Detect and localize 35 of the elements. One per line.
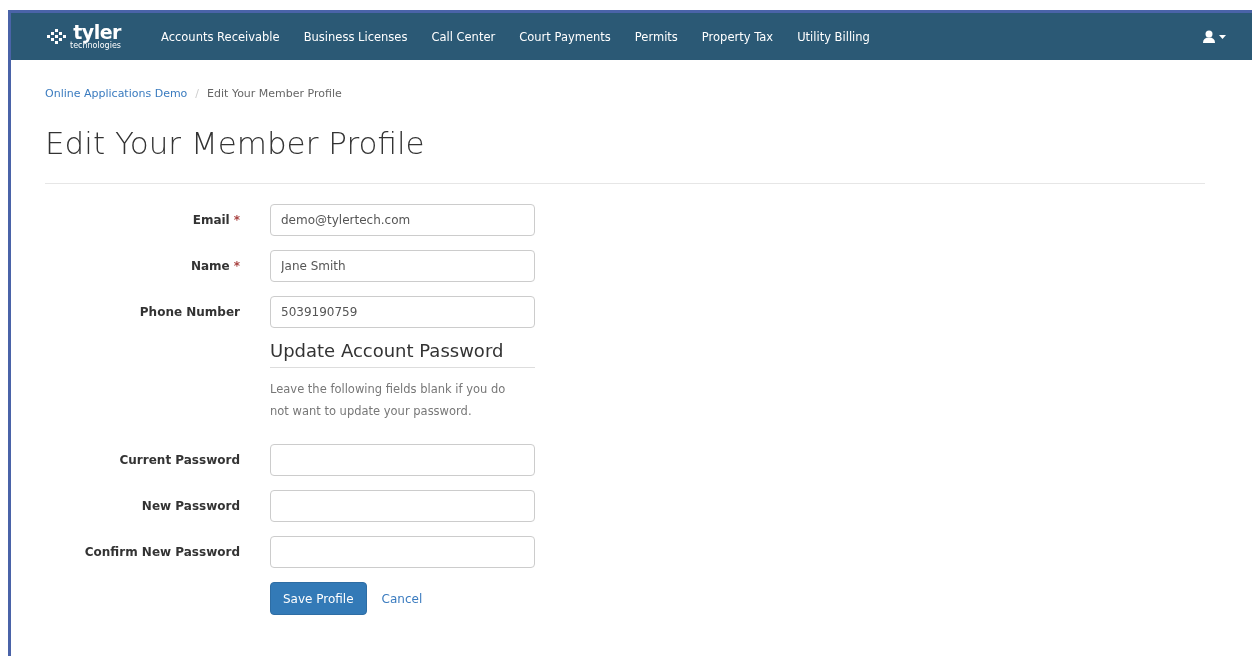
cancel-link[interactable]: Cancel <box>381 591 423 606</box>
help-text: Leave the following fields blank if you do not want to update your password. <box>270 381 507 420</box>
input-field[interactable]: 5039190759 <box>270 296 535 328</box>
nav-link[interactable]: Call Center <box>431 29 496 44</box>
required-mark: * <box>233 259 240 273</box>
section-heading: Update Account Password <box>270 340 535 368</box>
field-label: Name <box>190 259 230 273</box>
input-field[interactable]: demo@tylertech.com <box>270 204 535 236</box>
input-field[interactable] <box>270 490 535 522</box>
input-field[interactable]: Jane Smith <box>270 250 535 282</box>
field-label: Phone Number <box>139 305 240 319</box>
nav-link[interactable]: Property Tax <box>701 29 774 44</box>
nav-link[interactable]: Court Payments <box>519 29 611 44</box>
caret-icon[interactable] <box>1219 34 1226 39</box>
logo-tagline: technologies <box>70 42 121 50</box>
breadcrumb-current: Edit Your Member Profile <box>207 87 342 101</box>
nav-link[interactable]: Utility Billing <box>797 29 870 44</box>
field-label: New Password <box>141 499 240 513</box>
nav-link[interactable]: Permits <box>634 29 678 44</box>
input-field[interactable] <box>270 444 535 476</box>
field-label: Current Password <box>119 453 240 467</box>
input-field[interactable] <box>270 536 535 568</box>
tyler-logo[interactable]: tyler technologies <box>45 23 121 50</box>
field-label: Email <box>192 213 230 227</box>
required-mark: * <box>233 213 240 227</box>
field-label: Confirm New Password <box>84 545 240 559</box>
nav-link[interactable]: Business Licenses <box>303 29 408 44</box>
save-button[interactable]: Save Profile <box>270 582 367 615</box>
logo-text: tyler <box>73 23 121 42</box>
nav-link[interactable]: Accounts Receivable <box>161 29 280 44</box>
user-icon[interactable] <box>1203 30 1215 43</box>
breadcrumb-link[interactable]: Online Applications Demo <box>45 87 188 101</box>
breadcrumb-separator: / <box>195 87 200 101</box>
page-title: Edit Your Member Profile <box>45 128 426 159</box>
dots-icon <box>45 27 67 46</box>
